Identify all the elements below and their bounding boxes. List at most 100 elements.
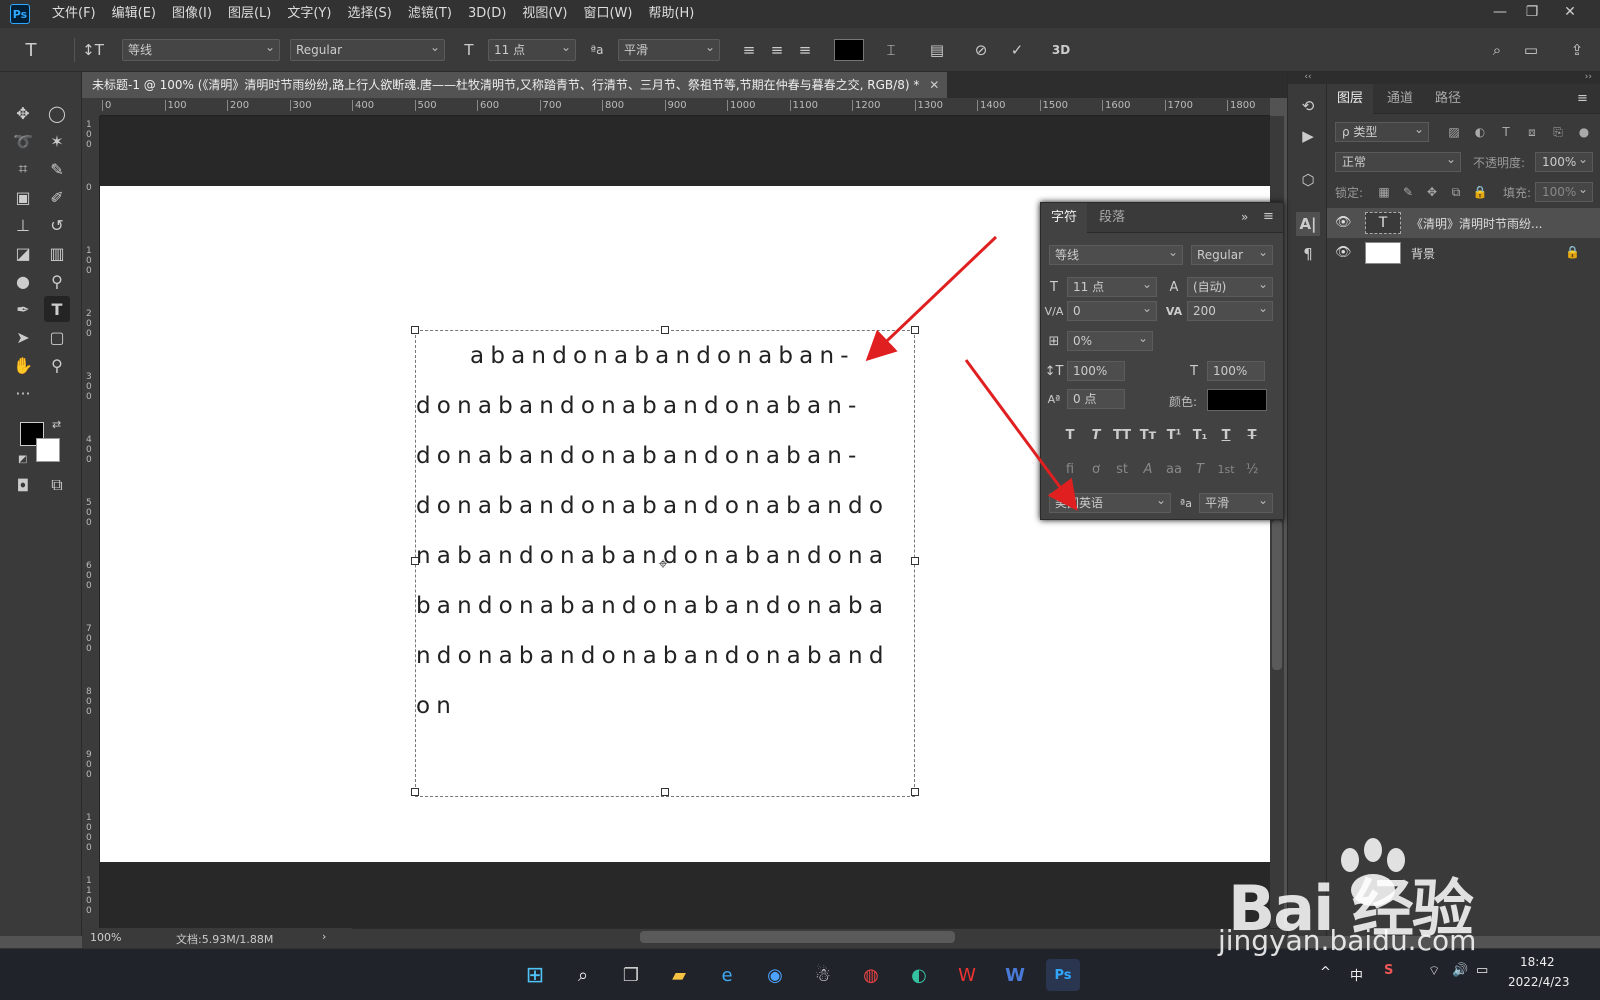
menu-3d[interactable]: 3D(D) [460, 0, 514, 28]
char-horizontal-scale-input[interactable]: 100% [1207, 361, 1265, 381]
canvas-text[interactable]: abandonabandonaban- donabandonabandonaba… [416, 331, 916, 731]
tab-layers[interactable]: 图层 [1327, 84, 1374, 114]
3d-panel-icon[interactable]: ⬡ [1296, 168, 1320, 192]
type-tool-preset-icon[interactable]: T [20, 40, 42, 61]
all-caps-button[interactable]: TT [1111, 425, 1133, 445]
eyedropper-tool-icon[interactable]: ✎ [44, 156, 70, 182]
opacity-input[interactable]: 100% [1535, 150, 1593, 172]
windows-start-icon[interactable]: ⊞ [518, 959, 552, 991]
clock-date[interactable]: 2022/4/23 [1508, 975, 1570, 989]
eraser-tool-icon[interactable]: ◪ [10, 240, 36, 266]
lock-position-icon[interactable]: ✥ [1423, 183, 1441, 201]
ime-indicator[interactable]: 中 [1350, 965, 1363, 984]
resize-handle-bl[interactable] [411, 788, 419, 796]
default-colors-icon[interactable]: ◩ [18, 454, 27, 465]
document-tab[interactable]: 未标题-1 @ 100% (《清明》清明时节雨纷纷,路上行人欲断魂.唐——杜牧清… [82, 72, 948, 98]
quick-mask-icon[interactable]: ◘ [10, 472, 36, 498]
pen-tool-icon[interactable]: ✒ [10, 296, 36, 322]
menu-edit[interactable]: 编辑(E) [104, 0, 164, 28]
character-panel-icon[interactable]: A| [1296, 212, 1320, 236]
tab-paragraph[interactable]: 段落 [1089, 203, 1135, 233]
volume-icon[interactable]: 🔊 [1452, 963, 1468, 978]
menu-file[interactable]: 文件(F) [44, 0, 104, 28]
ligatures-button[interactable]: fi [1059, 459, 1081, 479]
zoom-tool-icon[interactable]: ⚲ [44, 352, 70, 378]
titling-alternates-button[interactable]: T [1189, 459, 1211, 479]
char-font-family-select[interactable]: 等线 [1049, 243, 1183, 265]
panel-expand-icon[interactable]: » [1241, 210, 1248, 224]
wps-icon[interactable]: W [950, 959, 984, 991]
char-leading-select[interactable]: (自动) [1187, 275, 1273, 297]
file-explorer-icon[interactable]: ▰ [662, 959, 696, 991]
layer-row-text[interactable]: 👁 T 《清明》清明时节雨纷... [1327, 208, 1600, 238]
filter-shape-icon[interactable]: ⧈ [1523, 123, 1541, 141]
chrome-icon[interactable]: ◍ [854, 959, 888, 991]
more-tools-icon[interactable]: ··· [10, 380, 36, 406]
layers-menu-icon[interactable]: ≡ [1577, 91, 1588, 106]
old-style-button[interactable]: ơ [1085, 459, 1107, 479]
char-font-style-select[interactable]: Regular [1191, 243, 1273, 265]
3d-text-icon[interactable]: 3D [1050, 40, 1072, 60]
history-panel-icon[interactable]: ⟲ [1296, 94, 1320, 118]
menu-view[interactable]: 视图(V) [514, 0, 575, 28]
magic-wand-tool-icon[interactable]: ✶ [44, 128, 70, 154]
commit-edit-icon[interactable]: ✓ [1006, 40, 1028, 60]
font-size-select[interactable]: 11 点 [488, 37, 576, 61]
subscript-button[interactable]: T₁ [1189, 425, 1211, 445]
text-orientation-icon[interactable]: ↕T [82, 40, 104, 60]
faux-italic-button[interactable]: T [1085, 425, 1107, 445]
history-brush-tool-icon[interactable]: ↺ [44, 212, 70, 238]
discretionary-ligatures-button[interactable]: st [1111, 459, 1133, 479]
cancel-edit-icon[interactable]: ⊘ [970, 40, 992, 60]
char-baseline-shift-input[interactable]: 0 点 [1067, 389, 1125, 409]
background-color-swatch[interactable] [36, 438, 60, 462]
zoom-level[interactable]: 100% [90, 931, 121, 944]
close-tab-icon[interactable]: ✕ [929, 72, 939, 98]
sogou-icon[interactable]: S [1384, 963, 1393, 978]
superscript-button[interactable]: T¹ [1163, 425, 1185, 445]
tab-character[interactable]: 字符 [1041, 203, 1088, 233]
word-icon[interactable]: W [998, 959, 1032, 991]
font-style-select[interactable]: Regular [290, 37, 445, 61]
path-select-tool-icon[interactable]: ➤ [10, 324, 36, 350]
char-proportional-spacing-select[interactable]: 0% [1067, 329, 1153, 351]
gradient-tool-icon[interactable]: ▥ [44, 240, 70, 266]
menu-type[interactable]: 文字(Y) [279, 0, 339, 28]
layer-row-background[interactable]: 👁 背景 🔒 [1327, 238, 1600, 268]
vertical-ruler[interactable]: 1 0 0 0 1 0 0 2 0 0 3 0 0 4 0 0 5 0 0 6 0 0 7 0 … [82, 116, 100, 936]
char-size-select[interactable]: 11 点 [1067, 275, 1157, 297]
text-color-swatch[interactable] [834, 39, 864, 61]
align-left-icon[interactable]: ≡ [738, 40, 760, 60]
brush-tool-icon[interactable]: ✐ [44, 184, 70, 210]
actions-panel-icon[interactable]: ▶ [1296, 124, 1320, 148]
resize-handle-t[interactable] [661, 326, 669, 334]
swash-button[interactable]: A [1137, 459, 1159, 479]
char-antialias-select[interactable]: 平滑 [1199, 491, 1273, 513]
menu-filter[interactable]: 滤镜(T) [400, 0, 460, 28]
move-tool-icon[interactable]: ✥ [10, 100, 36, 126]
screen-mode-icon[interactable]: ⧉ [44, 472, 70, 498]
vertical-scroll-thumb[interactable] [1272, 520, 1282, 670]
filter-adjustment-icon[interactable]: ◐ [1471, 123, 1489, 141]
resize-handle-br[interactable] [911, 788, 919, 796]
visibility-eye-icon[interactable]: 👁 [1335, 245, 1352, 260]
horizontal-ruler[interactable]: 0 100 200 300 400 500 600 700 800 900 1000 1100 1200… [100, 98, 1270, 116]
edge-icon[interactable]: ◐ [902, 959, 936, 991]
frame-tool-icon[interactable]: ▣ [10, 184, 36, 210]
fill-input[interactable]: 100% [1535, 180, 1593, 202]
char-color-swatch[interactable] [1207, 389, 1267, 411]
lock-image-icon[interactable]: ✎ [1399, 183, 1417, 201]
resize-handle-l[interactable] [411, 557, 419, 565]
marquee-tool-icon[interactable]: ◯ [44, 100, 70, 126]
browser-app-icon[interactable]: ◉ [758, 959, 792, 991]
font-family-select[interactable]: 等线 [122, 37, 280, 61]
collapse-panel-icon[interactable]: ›› [1327, 72, 1600, 84]
filter-toggle-icon[interactable]: ● [1575, 123, 1593, 141]
blend-mode-select[interactable]: 正常 [1335, 150, 1461, 172]
underline-button[interactable]: T [1215, 425, 1237, 445]
minimize-button[interactable]: — [1482, 0, 1518, 24]
menu-layer[interactable]: 图层(L) [220, 0, 279, 28]
wifi-icon[interactable]: ⌔ [1428, 963, 1440, 979]
visibility-eye-icon[interactable]: 👁 [1335, 215, 1352, 230]
horizontal-scroll-thumb[interactable] [640, 931, 955, 943]
